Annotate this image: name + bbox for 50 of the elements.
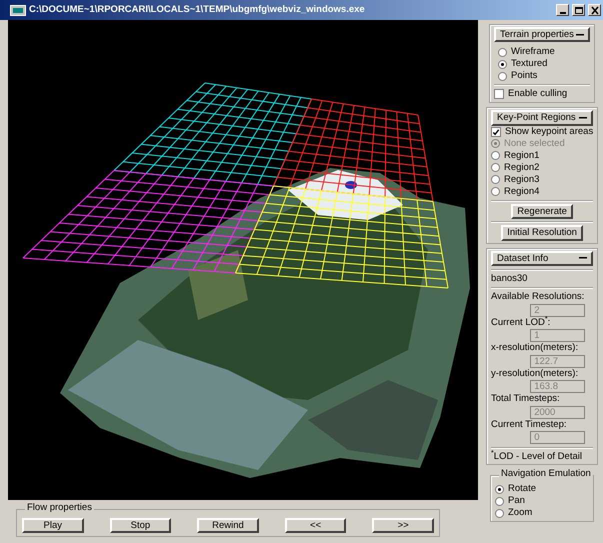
radio-option[interactable]: Zoom (495, 507, 590, 520)
collapse-button[interactable]: Key-Point Regions (491, 110, 594, 126)
readonly-field: 2000 (530, 406, 586, 419)
field-label: Current Timestep: (491, 420, 568, 430)
minimize-icon (560, 12, 566, 14)
close-icon (590, 6, 600, 14)
readonly-field: 163.8 (530, 380, 586, 394)
radio-option[interactable]: Region4 (491, 186, 594, 198)
flow-button[interactable]: << (284, 518, 346, 534)
maximize-icon (574, 6, 584, 14)
footnote: $^{*}$LOD - Level of Detail (491, 452, 583, 462)
readonly-field: 122.7 (530, 354, 586, 368)
field-label: Current LOD$^{*}$: (491, 318, 552, 328)
radio-option[interactable]: Points (498, 70, 590, 82)
radio-option[interactable]: Rotate (495, 483, 590, 496)
readonly-field: 2 (530, 304, 586, 317)
action-button[interactable]: Regenerate (511, 204, 573, 220)
group-label: Flow properties (25, 503, 94, 514)
checkbox-option[interactable]: Show keypoint areas (491, 126, 594, 138)
flow-button[interactable]: Stop (110, 518, 172, 534)
flow-button[interactable]: Play (22, 518, 84, 534)
radio-option[interactable]: Region2 (491, 162, 594, 174)
collapse-icon (579, 117, 588, 120)
collapse-icon (579, 257, 588, 260)
field-label: Total Timesteps: (491, 394, 561, 405)
field-label: x-resolution(meters): (491, 343, 580, 354)
maximize-button[interactable] (572, 4, 585, 16)
checkbox-option[interactable]: Enable culling (494, 88, 590, 100)
close-button[interactable] (588, 4, 601, 16)
flow-button[interactable]: Rewind (197, 518, 259, 534)
collapse-icon (576, 34, 584, 36)
readonly-field: 1 (530, 329, 586, 342)
action-button[interactable]: Initial Resolution (501, 225, 583, 241)
flow-button[interactable]: >> (372, 518, 434, 534)
radio-option[interactable]: Region1 (491, 150, 594, 162)
minimize-button[interactable] (556, 4, 569, 16)
group-label: Navigation Emulation (499, 469, 593, 480)
collapse-button[interactable]: Dataset Info (491, 250, 594, 266)
radio-option[interactable]: Wireframe (498, 46, 590, 58)
radio-option[interactable]: Textured (498, 58, 590, 70)
check-icon (492, 128, 500, 137)
field-label: y-resolution(meters): (491, 368, 580, 380)
collapse-button[interactable]: Terrain properties (494, 27, 590, 42)
radio-option[interactable]: Pan (495, 495, 590, 508)
readonly-field: 0 (530, 431, 586, 444)
app-icon (10, 4, 26, 16)
radio-option[interactable]: Region3 (491, 174, 594, 186)
window-title: C:\DOCUME~1\RPORCARI\LOCALS~1\TEMP\ubgmfg\webviz_windows.exe (29, 4, 366, 16)
dataset-name: banos30 (491, 274, 528, 284)
field-label: Available Resolutions: (491, 292, 586, 303)
